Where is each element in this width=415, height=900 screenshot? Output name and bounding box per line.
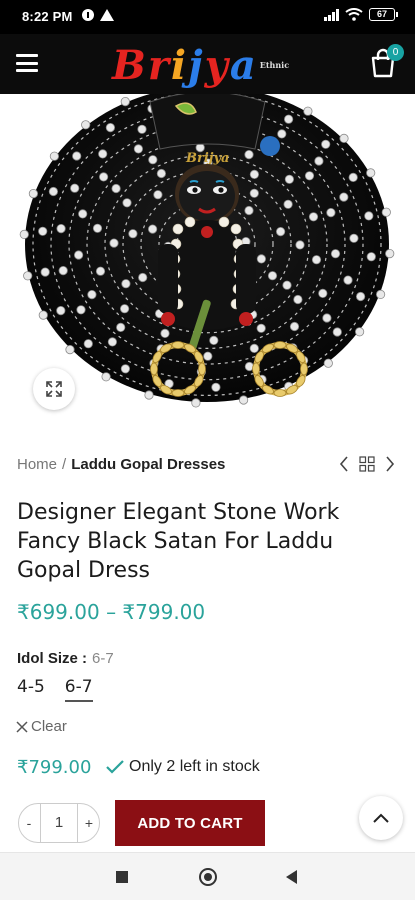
close-icon bbox=[16, 720, 28, 733]
chevron-left-icon[interactable] bbox=[339, 456, 349, 472]
scroll-to-top-button[interactable] bbox=[359, 796, 403, 840]
status-time: 8:22 PM bbox=[22, 9, 73, 24]
status-right-icons: 67 bbox=[324, 8, 398, 21]
price-range: ₹699.00 – ₹799.00 bbox=[17, 600, 206, 624]
info-icon bbox=[82, 9, 94, 21]
back-icon[interactable] bbox=[286, 870, 297, 884]
clear-label: Clear bbox=[31, 718, 67, 735]
site-header: Br i j y a Ethnic 0 bbox=[0, 34, 415, 94]
status-notification-icons bbox=[82, 9, 114, 21]
breadcrumb-separator: / bbox=[62, 456, 67, 473]
system-nav-bar bbox=[0, 852, 415, 900]
status-bar: 8:22 PM 67 bbox=[0, 0, 415, 34]
wifi-icon bbox=[345, 8, 363, 21]
stock-status: Only 2 left in stock bbox=[106, 758, 260, 776]
quantity-decrease-button[interactable]: - bbox=[19, 815, 39, 831]
logo-tagline: Ethnic bbox=[259, 60, 290, 70]
recents-icon[interactable] bbox=[116, 871, 128, 883]
product-image[interactable]: Brijya bbox=[0, 94, 415, 414]
clear-selection-link[interactable]: Clear bbox=[16, 718, 67, 735]
battery-icon: 67 bbox=[369, 8, 398, 21]
logo-letter: y bbox=[204, 41, 230, 89]
product-title: Designer Elegant Stone Work Fancy Black … bbox=[17, 500, 340, 583]
size-label: Idol Size :6-7 bbox=[17, 650, 114, 667]
quantity-increase-button[interactable]: + bbox=[79, 815, 99, 831]
size-selected-value: 6-7 bbox=[92, 650, 114, 667]
breadcrumb: Home / Laddu Gopal Dresses bbox=[17, 456, 225, 473]
variation-price: ₹799.00 bbox=[17, 757, 92, 778]
zoom-button[interactable] bbox=[33, 368, 75, 410]
product-illustration: Brijya bbox=[19, 94, 395, 408]
product-nav bbox=[339, 456, 395, 472]
cart-count-badge: 0 bbox=[387, 44, 404, 61]
quantity-input[interactable]: 1 bbox=[40, 804, 78, 842]
grid-icon[interactable] bbox=[359, 456, 375, 472]
signal-icon bbox=[324, 8, 339, 21]
size-label-text: Idol Size : bbox=[17, 650, 88, 667]
logo-letter: i bbox=[170, 41, 189, 89]
logo-letter: a bbox=[229, 41, 258, 89]
svg-text:Brijya: Brijya bbox=[185, 151, 229, 166]
stock-text: Only 2 left in stock bbox=[129, 758, 260, 775]
expand-icon bbox=[46, 381, 62, 397]
breadcrumb-current[interactable]: Laddu Gopal Dresses bbox=[71, 456, 225, 473]
brand-logo[interactable]: Br i j y a Ethnic bbox=[112, 38, 302, 92]
logo-letter: j bbox=[188, 41, 205, 89]
chevron-up-icon bbox=[373, 813, 389, 823]
size-options: 4-5 6-7 bbox=[17, 677, 93, 702]
warning-icon bbox=[100, 9, 114, 21]
logo-letter: r bbox=[147, 41, 171, 89]
size-option-6-7[interactable]: 6-7 bbox=[64, 677, 93, 702]
chevron-right-icon[interactable] bbox=[385, 456, 395, 472]
size-option-4-5[interactable]: 4-5 bbox=[17, 677, 45, 702]
quantity-stepper: - 1 + bbox=[18, 803, 100, 843]
logo-letter: B bbox=[112, 41, 148, 89]
add-to-cart-button[interactable]: ADD TO CART bbox=[115, 800, 265, 846]
menu-icon[interactable] bbox=[16, 54, 38, 72]
home-icon[interactable] bbox=[199, 868, 217, 886]
check-icon bbox=[106, 760, 124, 774]
breadcrumb-home[interactable]: Home bbox=[17, 456, 57, 473]
